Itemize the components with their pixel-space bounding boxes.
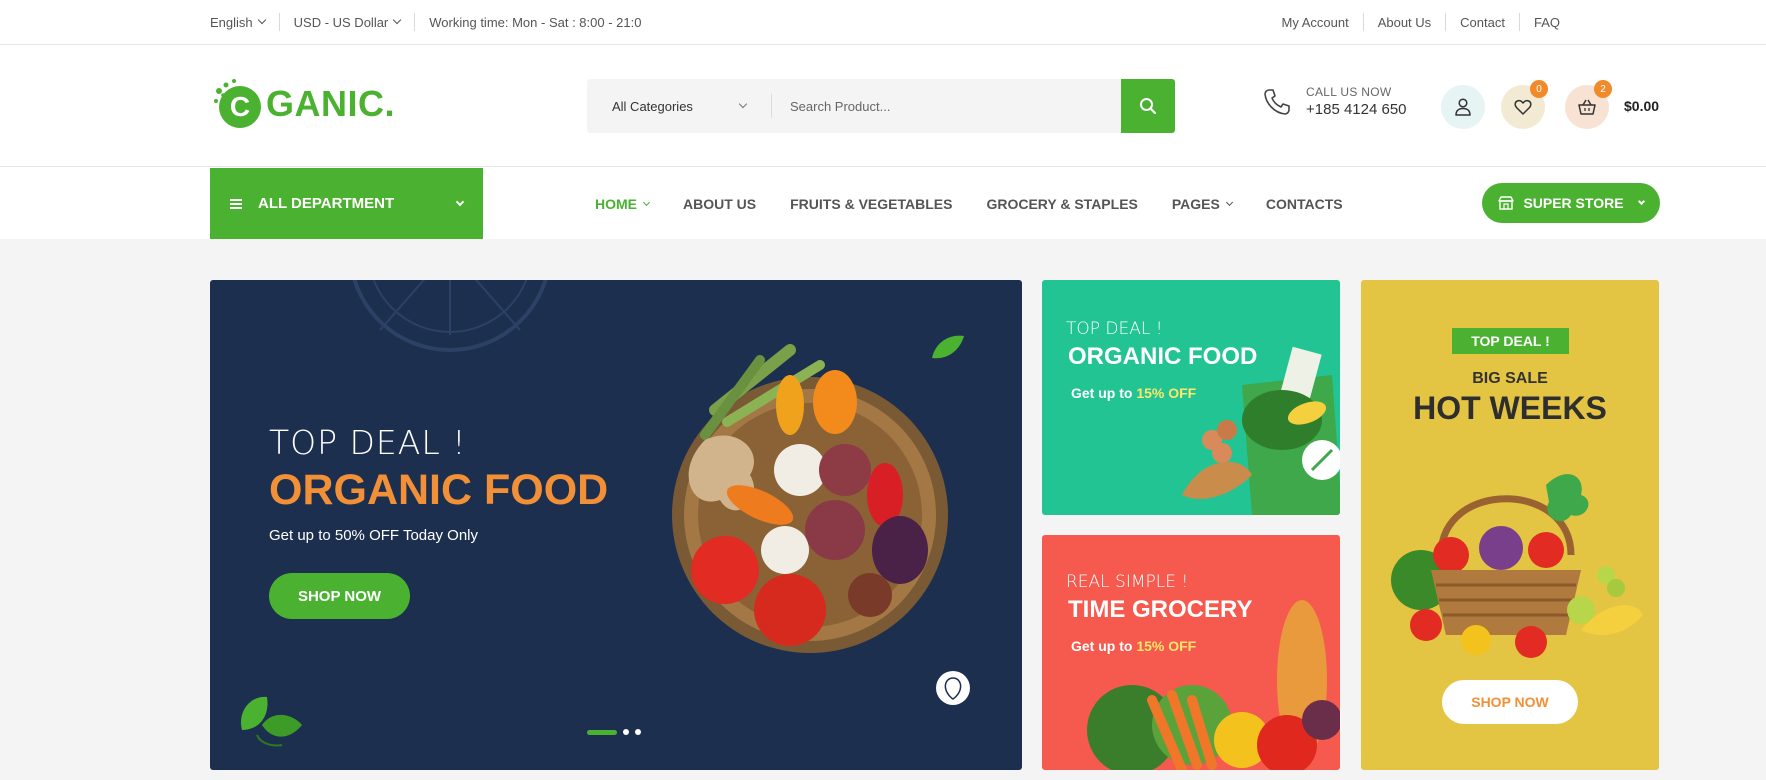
banner-offer: Get up to 15% OFF xyxy=(1071,385,1196,401)
phone-icon xyxy=(1264,88,1290,115)
super-store-label: SUPER STORE xyxy=(1523,195,1624,211)
heart-icon xyxy=(1514,99,1532,115)
nav-item-label: PAGES xyxy=(1171,195,1220,212)
nav-item-label: ABOUT US xyxy=(683,195,757,212)
contact-link[interactable]: Contact xyxy=(1445,13,1519,31)
banner-section: TOP DEAL ! ORGANIC FOOD Get up to 50% OF… xyxy=(0,239,1766,780)
chevron-down-icon xyxy=(1637,197,1645,206)
top-bar: English USD - US Dollar Working time: Mo… xyxy=(0,0,1766,45)
call-label: CALL US NOW xyxy=(1306,85,1392,99)
search-button[interactable] xyxy=(1121,79,1175,133)
all-department-button[interactable]: ALL DEPARTMENT xyxy=(210,168,483,239)
wishlist-count-badge: 0 xyxy=(1530,80,1548,98)
my-account-link[interactable]: My Account xyxy=(1267,13,1362,31)
call-number: +185 4124 650 xyxy=(1306,101,1407,118)
nav-item-home[interactable]: HOME xyxy=(595,195,651,212)
strawberry-badge-icon xyxy=(936,671,970,705)
currency-label: USD - US Dollar xyxy=(293,14,389,30)
offer-prefix: Get up to xyxy=(1071,385,1137,401)
language-label: English xyxy=(210,14,253,30)
nav-item-label: CONTACTS xyxy=(1265,195,1343,212)
chevron-down-icon xyxy=(257,15,266,25)
cart-total[interactable]: $0.00 xyxy=(1624,98,1659,114)
category-select[interactable]: All Categories xyxy=(587,79,772,133)
nav-item-label: HOME xyxy=(595,195,637,212)
chevron-down-icon xyxy=(1225,198,1233,206)
user-icon xyxy=(1455,98,1471,116)
chevron-down-icon xyxy=(455,197,465,206)
store-icon xyxy=(1498,196,1515,210)
nav-item-label: GROCERY & STAPLES xyxy=(986,195,1138,212)
chevron-down-icon xyxy=(393,15,402,25)
grocery-bag-image xyxy=(1182,346,1340,515)
category-select-value: All Categories xyxy=(612,98,693,114)
main-nav: ALL DEPARTMENT HOME ABOUT US FRUITS & VE… xyxy=(0,168,1766,239)
super-store-button[interactable]: SUPER STORE xyxy=(1482,183,1660,223)
chevron-down-icon xyxy=(738,99,748,109)
faq-link[interactable]: FAQ xyxy=(1518,13,1560,31)
call-us[interactable]: CALL US NOW +185 4124 650 xyxy=(1262,85,1407,118)
slider-pagination xyxy=(587,729,641,735)
time-grocery-banner[interactable]: REAL SIMPLE ! TIME GROCERY Get up to 15%… xyxy=(1042,535,1340,770)
site-logo[interactable]: C GANIC. xyxy=(210,77,395,131)
nav-menu: HOME ABOUT US FRUITS & VEGETABLES GROCER… xyxy=(595,168,1343,239)
top-bar-left: English USD - US Dollar Working time: Mo… xyxy=(210,13,655,31)
about-us-link[interactable]: About Us xyxy=(1362,13,1445,31)
banner-kicker: REAL SIMPLE ! xyxy=(1066,572,1189,592)
organic-food-banner[interactable]: TOP DEAL ! ORGANIC FOOD Get up to 15% OF… xyxy=(1042,280,1340,515)
hero-subtitle: Get up to 50% OFF Today Only xyxy=(269,527,478,544)
hero-kicker: TOP DEAL ! xyxy=(269,423,467,462)
working-time-text: Working time: Mon - Sat : 8:00 - 21:0 xyxy=(429,14,642,30)
nav-item-grocery-staples[interactable]: GROCERY & STAPLES xyxy=(986,196,1137,212)
hot-weeks-banner[interactable]: TOP DEAL ! BIG SALE HOT WEEKS SHOP NOW xyxy=(1361,280,1659,770)
search-bar: All Categories xyxy=(587,79,1175,133)
search-input[interactable] xyxy=(772,79,1121,133)
nav-item-fruits-vegetables[interactable]: FRUITS & VEGETABLES xyxy=(790,196,952,212)
all-department-label: ALL DEPARTMENT xyxy=(258,195,395,212)
hot-weeks-shop-now-button[interactable]: SHOP NOW xyxy=(1442,680,1578,724)
banner-kicker: BIG SALE xyxy=(1472,370,1548,387)
banner-title: HOT WEEKS xyxy=(1413,390,1607,426)
logo-leaf-icon: C xyxy=(210,77,264,131)
vegetables-image xyxy=(1087,600,1340,770)
slider-dot[interactable] xyxy=(635,729,641,735)
basket-icon xyxy=(1578,99,1596,115)
main-header: C GANIC. All Categories CALL US NOW +185… xyxy=(0,45,1766,167)
hero-shop-now-button[interactable]: SHOP NOW xyxy=(269,573,410,619)
fruit-basket-image xyxy=(1391,474,1643,658)
top-deal-badge: TOP DEAL ! xyxy=(1452,328,1569,354)
top-bar-links: My Account About Us Contact FAQ xyxy=(1267,13,1560,31)
language-select[interactable]: English xyxy=(210,13,279,31)
nav-item-contacts[interactable]: CONTACTS xyxy=(1266,196,1343,212)
search-icon xyxy=(1140,98,1157,115)
leaf-decoration-icon xyxy=(932,335,964,359)
currency-select[interactable]: USD - US Dollar xyxy=(278,13,415,31)
cart-count-badge: 2 xyxy=(1594,80,1612,98)
banner-kicker: TOP DEAL ! xyxy=(1066,319,1163,339)
hero-title: ORGANIC FOOD xyxy=(269,466,609,514)
menu-icon xyxy=(230,198,242,209)
logo-text: GANIC. xyxy=(266,83,395,124)
vegetable-basket-image xyxy=(672,344,948,653)
working-time: Working time: Mon - Sat : 8:00 - 21:0 xyxy=(414,13,655,31)
logo-letter: C xyxy=(230,91,250,122)
cart-button[interactable]: 2 xyxy=(1565,80,1612,129)
nav-item-pages[interactable]: PAGES xyxy=(1171,195,1233,212)
lemon-outline-decoration xyxy=(352,280,548,352)
nav-item-label: FRUITS & VEGETABLES xyxy=(790,195,953,212)
account-button[interactable] xyxy=(1441,85,1485,129)
wishlist-button[interactable]: 0 xyxy=(1501,80,1548,129)
nav-item-about-us[interactable]: ABOUT US xyxy=(683,196,756,212)
chevron-down-icon xyxy=(642,198,651,206)
slider-dot[interactable] xyxy=(623,729,629,735)
slider-dot-active[interactable] xyxy=(587,729,617,735)
mint-leaf-decoration-icon xyxy=(241,696,302,747)
hero-slider: TOP DEAL ! ORGANIC FOOD Get up to 50% OF… xyxy=(210,280,1022,770)
